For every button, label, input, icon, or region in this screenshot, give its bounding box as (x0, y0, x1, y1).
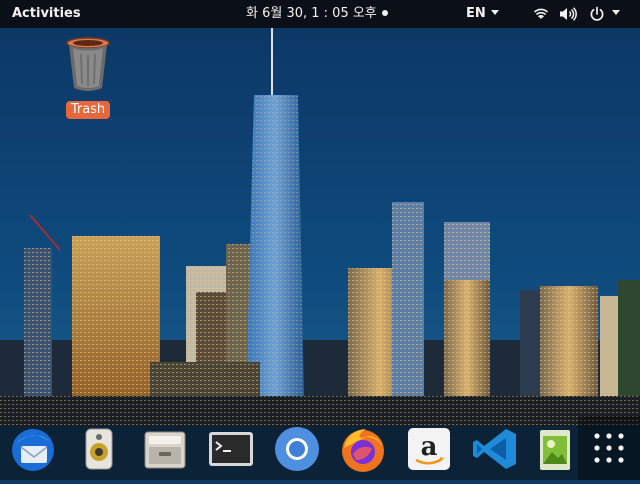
wifi-icon[interactable] (533, 0, 549, 28)
mail-icon[interactable] (8, 424, 58, 474)
activities-button[interactable]: Activities (12, 0, 81, 28)
trash-label: Trash (65, 101, 111, 119)
language-label: EN (466, 6, 486, 21)
dock: a (0, 416, 640, 480)
trash-icon (66, 37, 110, 91)
power-icon[interactable] (589, 0, 605, 28)
desktop-trash[interactable]: Trash (60, 36, 116, 119)
notification-dot (381, 9, 388, 16)
terminal-icon[interactable] (206, 424, 256, 474)
system-menu-chevron-icon[interactable] (612, 0, 620, 28)
image-viewer-icon[interactable] (534, 424, 584, 474)
amazon-icon[interactable]: a (404, 424, 454, 474)
volume-icon[interactable] (559, 0, 577, 28)
clock-menu[interactable]: 화 6월 30, 1 : 05 오후 (246, 0, 388, 28)
browser-icon[interactable] (272, 424, 322, 474)
speaker-icon[interactable] (74, 424, 124, 474)
clock-text: 화 6월 30, 1 : 05 오후 (246, 6, 377, 21)
app-grid-icon (594, 433, 624, 463)
chevron-down-icon (490, 10, 499, 15)
firefox-icon[interactable] (338, 424, 388, 474)
show-applications-button[interactable] (578, 416, 640, 480)
svg-text:a: a (421, 432, 438, 462)
language-menu[interactable]: EN (466, 0, 499, 28)
top-bar: Activities 화 6월 30, 1 : 05 오후 EN (0, 0, 640, 28)
vscode-icon[interactable] (470, 424, 520, 474)
file-cabinet-icon[interactable] (140, 424, 190, 474)
chevron-down-icon (612, 10, 620, 15)
